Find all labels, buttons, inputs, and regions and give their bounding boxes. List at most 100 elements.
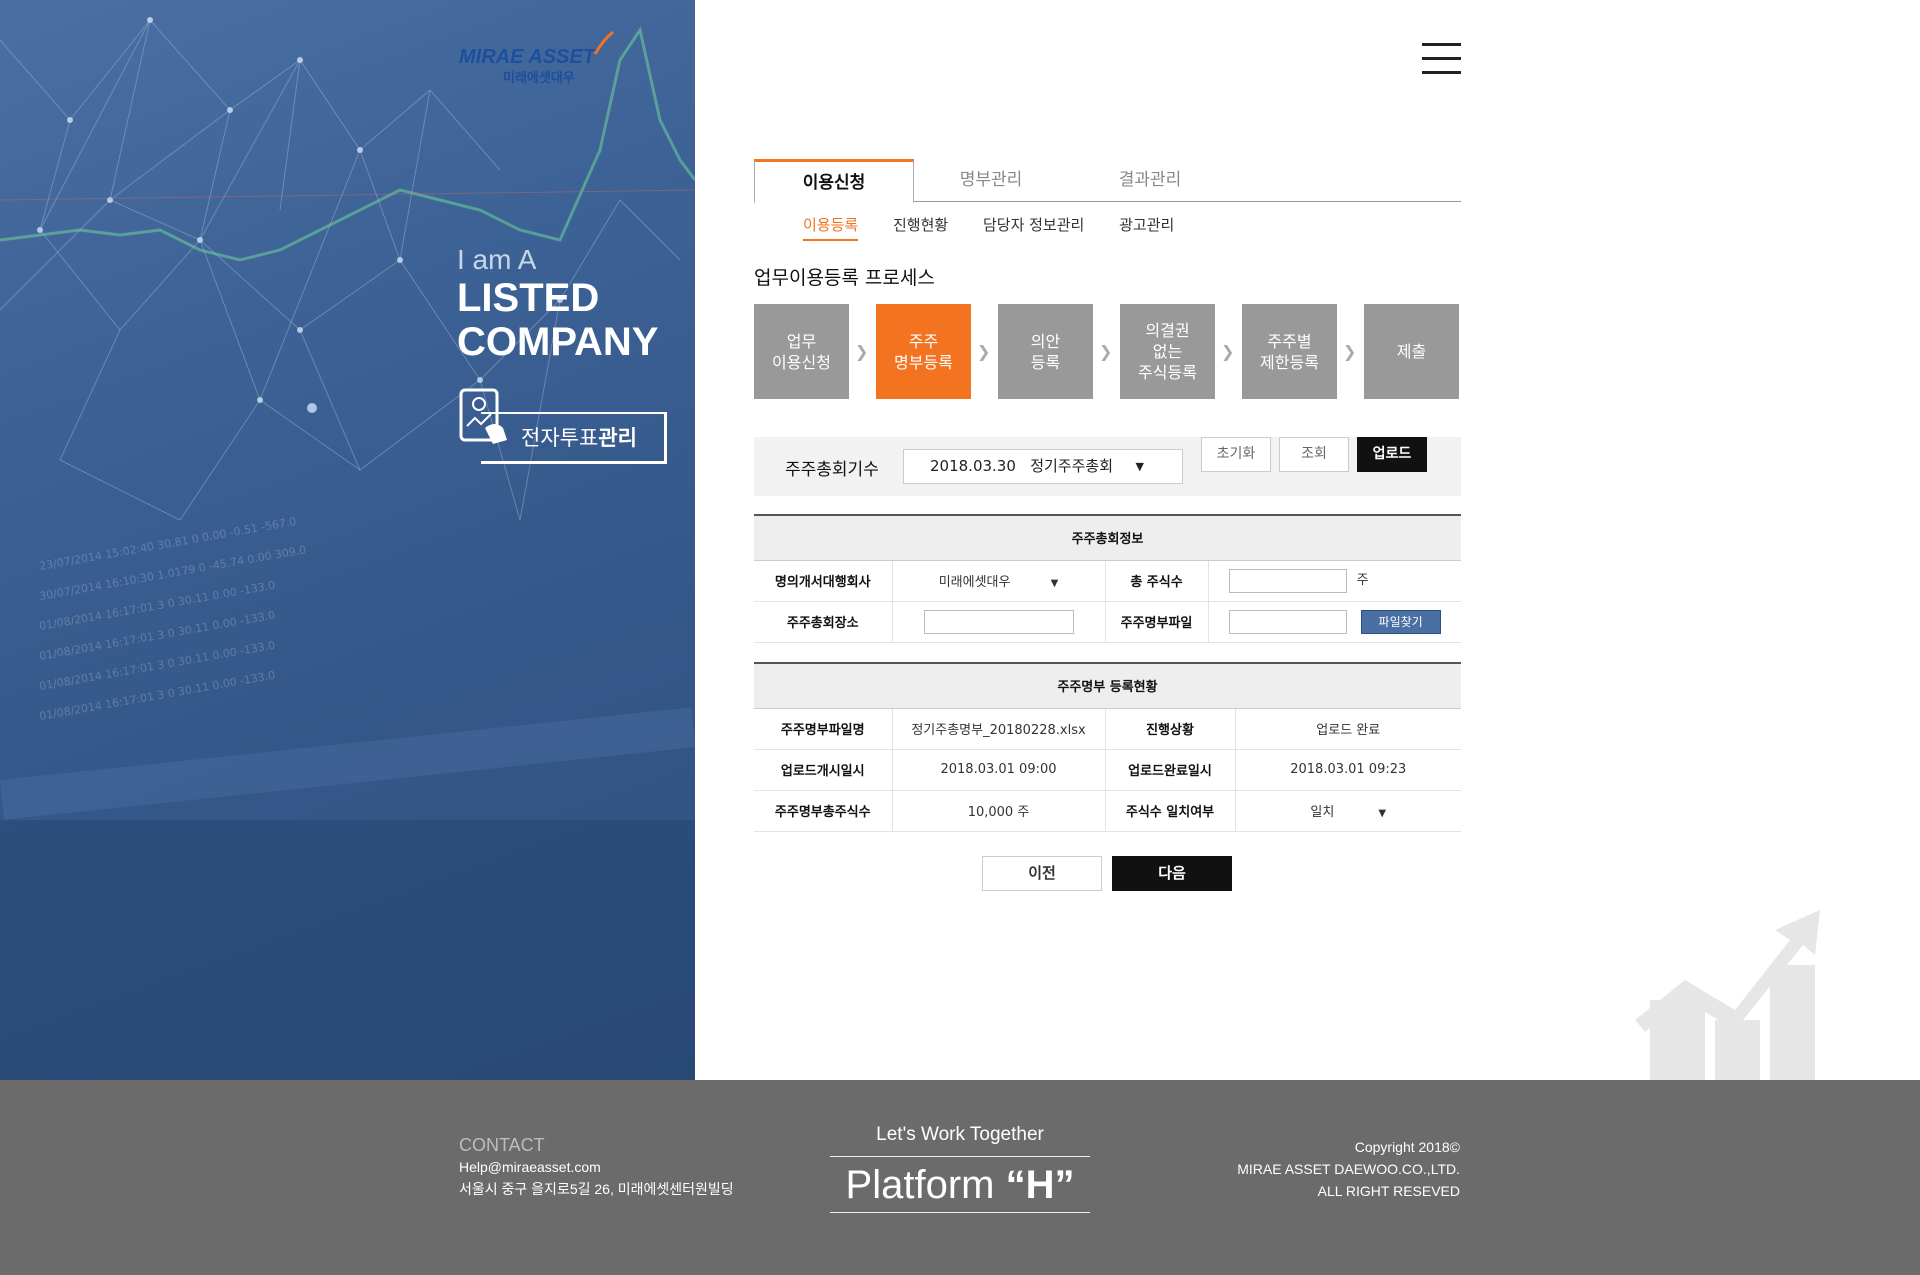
- main-tabs: 이용신청 명부관리 결과관리: [754, 159, 1461, 203]
- step-label: 주주별 제한등록: [1260, 331, 1319, 372]
- evote-management-button[interactable]: 전자투표관리: [459, 388, 669, 468]
- chevron-right-icon: ❯: [977, 342, 991, 361]
- step-label: 주주 명부등록: [894, 331, 953, 372]
- share-match-select[interactable]: 일치 ▼: [1234, 790, 1461, 832]
- platform-letter: “H”: [1005, 1163, 1075, 1207]
- total-shares-label: 총 주식수: [1104, 560, 1208, 602]
- evote-label-bold: 관리: [598, 426, 637, 450]
- registry-file-cell: 파일찾기: [1207, 601, 1461, 643]
- caret-down-icon: ▼: [1135, 460, 1144, 473]
- total-shares-cell: 주: [1207, 560, 1461, 602]
- upload-start-label: 업로드개시일시: [754, 749, 892, 791]
- evote-label-prefix: 전자투표: [521, 426, 599, 450]
- shares-unit: 주: [1356, 573, 1369, 588]
- tablet-vote-icon: [459, 388, 507, 444]
- subtab-manager-info[interactable]: 담당자 정보관리: [983, 214, 1084, 235]
- brand-name-ko: 미래에셋대우: [503, 71, 575, 86]
- meeting-info-table: 주주총회정보 명의개서대행회사 미래에셋대우 ▼ 총 주식수 주 주주총회장소 …: [754, 514, 1461, 643]
- hero-tagline-small: I am A: [457, 244, 537, 275]
- registry-status-table: 주주명부 등록현황 주주명부파일명 정기주총명부_20180228.xlsx 진…: [754, 662, 1461, 832]
- hamburger-menu-icon[interactable]: [1422, 43, 1461, 75]
- footer: CONTACT Help@miraeasset.com 서울시 중구 을지로5길…: [0, 1080, 1920, 1275]
- total-registry-shares-value: 10,000 주: [891, 790, 1105, 832]
- process-steps: 업무 이용신청 ❯ 주주 명부등록 ❯ 의안 등록 ❯ 의결권 없는 주식등록 …: [754, 304, 1461, 399]
- subtab-registration[interactable]: 이용등록: [803, 214, 859, 241]
- meeting-session-select[interactable]: 2018.03.30 정기주주총회 ▼: [903, 449, 1183, 484]
- meeting-info-title: 주주총회정보: [754, 515, 1461, 561]
- hero-tagline-large: LISTED COMPANY: [457, 276, 658, 364]
- step-nonvoting-shares[interactable]: 의결권 없는 주식등록: [1120, 304, 1215, 399]
- footer-contact: CONTACT Help@miraeasset.com 서울시 중구 을지로5길…: [459, 1135, 734, 1199]
- total-shares-input[interactable]: [1228, 568, 1347, 593]
- subtab-ads[interactable]: 광고관리: [1119, 214, 1174, 235]
- chevron-right-icon: ❯: [1343, 342, 1357, 361]
- agent-select[interactable]: 미래에셋대우 ▼: [891, 560, 1105, 602]
- chevron-right-icon: ❯: [855, 342, 869, 361]
- registry-file-input[interactable]: [1228, 609, 1347, 634]
- prev-button[interactable]: 이전: [982, 856, 1102, 891]
- file-name-value: 정기주총명부_20180228.xlsx: [891, 708, 1105, 750]
- copyright-text: Copyright 2018©: [1354, 1139, 1460, 1155]
- agent-value: 미래에셋대우: [938, 575, 1011, 590]
- share-match-label: 주식수 일치여부: [1104, 790, 1235, 832]
- platform-prefix: Platform: [845, 1163, 1006, 1207]
- sub-tabs: 이용등록 진행현황 담당자 정보관리 광고관리: [803, 214, 1204, 241]
- caret-down-icon: ▼: [1378, 808, 1387, 819]
- hero-line-listed: LISTED: [457, 276, 600, 320]
- chevron-right-icon: ❯: [1099, 342, 1113, 361]
- upload-end-label: 업로드완료일시: [1104, 749, 1235, 791]
- tab-results[interactable]: 결과관리: [1070, 159, 1230, 202]
- hero-background-graphic: 23/07/2014 15:02:40 30.81 0 0.00 -0.51 -…: [0, 17, 695, 1080]
- process-title: 업무이용등록 프로세스: [754, 267, 935, 289]
- share-match-value: 일치: [1310, 805, 1335, 820]
- registry-status-title: 주주명부 등록현황: [754, 663, 1461, 709]
- file-name-label: 주주명부파일명: [754, 708, 892, 750]
- reset-button[interactable]: 초기화: [1201, 437, 1271, 472]
- brand-logo[interactable]: MIRAE ASSET 미래에셋대우: [459, 30, 614, 86]
- hero-panel: 23/07/2014 15:02:40 30.81 0 0.00 -0.51 -…: [0, 0, 695, 1080]
- file-browse-button[interactable]: 파일찾기: [1360, 609, 1441, 634]
- meeting-place-input[interactable]: [923, 609, 1074, 634]
- step-shareholder-registry[interactable]: 주주 명부등록: [876, 304, 971, 399]
- step-label: 의결권 없는 주식등록: [1138, 321, 1197, 382]
- total-registry-shares-label: 주주명부총주식수: [754, 790, 892, 832]
- hero-line-company: COMPANY: [457, 320, 659, 364]
- step-agenda-register[interactable]: 의안 등록: [998, 304, 1093, 399]
- next-button[interactable]: 다음: [1112, 856, 1232, 891]
- growth-chart-icon: [1635, 910, 1820, 1080]
- rights-text: ALL RIGHT RESEVED: [1317, 1183, 1460, 1199]
- status-value: 업로드 완료: [1234, 708, 1461, 750]
- step-label: 제출: [1396, 342, 1427, 361]
- caret-down-icon: ▼: [1050, 578, 1059, 589]
- upload-end-value: 2018.03.01 09:23: [1234, 749, 1461, 791]
- step-submit[interactable]: 제출: [1364, 304, 1459, 399]
- main-content: 이용신청 명부관리 결과관리 이용등록 진행현황 담당자 정보관리 광고관리 업…: [695, 0, 1920, 1080]
- company-name: MIRAE ASSET DAEWOO.CO.,LTD.: [1237, 1161, 1460, 1177]
- contact-address: 서울시 중구 을지로5길 26, 미래에셋센터원빌딩: [459, 1181, 734, 1197]
- upload-start-value: 2018.03.01 09:00: [891, 749, 1105, 791]
- chevron-right-icon: ❯: [1221, 342, 1235, 361]
- search-button[interactable]: 조회: [1279, 437, 1349, 472]
- step-service-apply[interactable]: 업무 이용신청: [754, 304, 849, 399]
- step-label: 의안 등록: [1030, 331, 1061, 372]
- logo-swoosh-icon: [593, 30, 614, 55]
- footer-platform: Let's Work Together Platform “H”: [830, 1124, 1090, 1213]
- contact-title: CONTACT: [459, 1135, 545, 1155]
- meeting-session-label: 주주총회기수: [785, 460, 879, 480]
- brand-name-en: MIRAE ASSET: [459, 46, 595, 68]
- subtab-progress[interactable]: 진행현황: [893, 214, 948, 235]
- registry-file-label: 주주명부파일: [1104, 601, 1208, 643]
- meeting-filter-bar: 주주총회기수 2018.03.30 정기주주총회 ▼ 초기화 조회 업로드: [754, 437, 1461, 496]
- step-holder-restriction[interactable]: 주주별 제한등록: [1242, 304, 1337, 399]
- footer-copyright: Copyright 2018© MIRAE ASSET DAEWOO.CO.,L…: [1237, 1136, 1460, 1202]
- footer-slogan: Let's Work Together: [830, 1124, 1090, 1157]
- contact-email[interactable]: Help@miraeasset.com: [459, 1159, 734, 1175]
- platform-name: Platform “H”: [830, 1157, 1090, 1213]
- tab-apply[interactable]: 이용신청: [754, 159, 914, 203]
- meeting-session-value: 2018.03.30 정기주주총회: [930, 457, 1113, 475]
- tab-registry[interactable]: 명부관리: [911, 159, 1071, 202]
- meeting-place-cell: [891, 601, 1105, 643]
- upload-button[interactable]: 업로드: [1357, 437, 1427, 472]
- agent-label: 명의개서대행회사: [754, 560, 892, 602]
- evote-label: 전자투표관리: [521, 422, 637, 452]
